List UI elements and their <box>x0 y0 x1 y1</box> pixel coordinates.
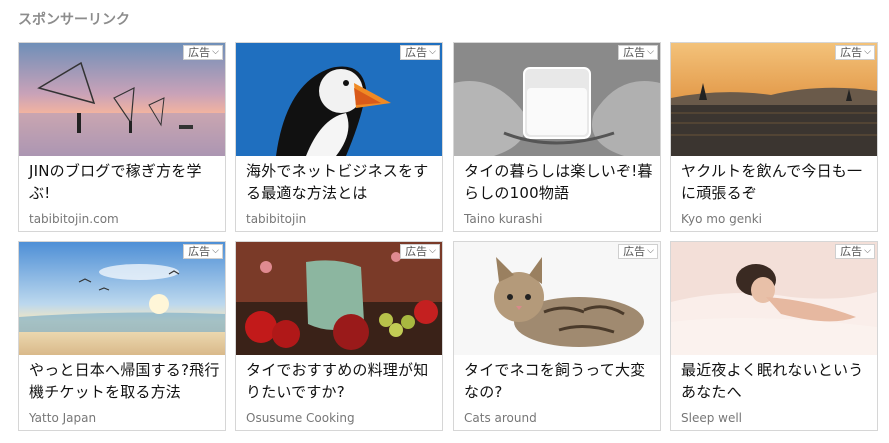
ad-thumbnail-fruit[interactable]: 広告 ⌵ <box>236 242 442 355</box>
ad-badge[interactable]: 広告 ⌵ <box>183 244 223 259</box>
ad-card-8[interactable]: 広告 ⌵ 最近夜よく眠れないというあなたへ Sleep well <box>670 241 878 431</box>
ad-badge[interactable]: 広告 ⌵ <box>618 45 658 60</box>
card-title[interactable]: 海外でネットビジネスをする最適な方法とは <box>246 160 438 204</box>
ad-thumbnail-puffin[interactable]: 広告 ⌵ <box>236 43 442 156</box>
ad-card-1[interactable]: 広告 ⌵ JINのブログで稼ぎ方を学ぶ! tabibitojin.com <box>18 42 226 232</box>
ad-badge[interactable]: 広告 ⌵ <box>835 244 875 259</box>
ad-badge[interactable]: 広告 ⌵ <box>183 45 223 60</box>
chevron-down-icon: ⌵ <box>429 246 436 256</box>
ad-badge[interactable]: 広告 ⌵ <box>835 45 875 60</box>
ad-card-7[interactable]: 広告 ⌵ タイでネコを飼うって大変なの? Cats around <box>453 241 661 431</box>
chevron-down-icon: ⌵ <box>864 246 871 256</box>
ad-card-2[interactable]: 広告 ⌵ 海外でネットビジネスをする最適な方法とは tabibitojin <box>235 42 443 232</box>
card-source: Taino kurashi <box>464 212 543 226</box>
card-source: Sleep well <box>681 411 743 425</box>
ad-card-5[interactable]: 広告 ⌵ やっと日本へ帰国する?飛行機チケットを取る方法 Yatto Japan <box>18 241 226 431</box>
ad-thumbnail-sea[interactable]: 広告 ⌵ <box>671 43 877 156</box>
card-title[interactable]: やっと日本へ帰国する?飛行機チケットを取る方法 <box>29 359 221 403</box>
card-source: Kyo mo genki <box>681 212 762 226</box>
card-title[interactable]: タイでネコを飼うって大変なの? <box>464 359 656 403</box>
card-title[interactable]: 最近夜よく眠れないというあなたへ <box>681 359 873 403</box>
chevron-down-icon: ⌵ <box>212 47 219 57</box>
ad-badge[interactable]: 広告 ⌵ <box>618 244 658 259</box>
ad-thumbnail-fishermen[interactable]: 広告 ⌵ <box>19 43 225 156</box>
ad-card-4[interactable]: 広告 ⌵ ヤクルトを飲んで今日も一に頑張るぞ Kyo mo genki <box>670 42 878 232</box>
ad-thumbnail-milk[interactable]: 広告 ⌵ <box>454 43 660 156</box>
card-title[interactable]: JINのブログで稼ぎ方を学ぶ! <box>29 160 221 204</box>
ad-badge[interactable]: 広告 ⌵ <box>400 244 440 259</box>
card-title[interactable]: タイでおすすめの料理が知りたいですか? <box>246 359 438 403</box>
sponsored-links-heading: スポンサーリンク <box>18 12 130 28</box>
card-source: tabibitojin.com <box>29 212 119 226</box>
ad-badge[interactable]: 広告 ⌵ <box>400 45 440 60</box>
chevron-down-icon: ⌵ <box>864 47 871 57</box>
ad-thumbnail-beach[interactable]: 広告 ⌵ <box>19 242 225 355</box>
chevron-down-icon: ⌵ <box>212 246 219 256</box>
ad-thumbnail-cat[interactable]: 広告 ⌵ <box>454 242 660 355</box>
card-source: Osusume Cooking <box>246 411 355 425</box>
ad-thumbnail-sleep[interactable]: 広告 ⌵ <box>671 242 877 355</box>
ad-card-3[interactable]: 広告 ⌵ タイの暮らしは楽しいぞ!暮らしの100物語 Taino kurashi <box>453 42 661 232</box>
card-title[interactable]: タイの暮らしは楽しいぞ!暮らしの100物語 <box>464 160 656 204</box>
chevron-down-icon: ⌵ <box>429 47 436 57</box>
card-title[interactable]: ヤクルトを飲んで今日も一に頑張るぞ <box>681 160 873 204</box>
ad-card-6[interactable]: 広告 ⌵ タイでおすすめの料理が知りたいですか? Osusume Cooking <box>235 241 443 431</box>
card-source: Cats around <box>464 411 537 425</box>
chevron-down-icon: ⌵ <box>647 246 654 256</box>
card-source: tabibitojin <box>246 212 307 226</box>
chevron-down-icon: ⌵ <box>647 47 654 57</box>
card-source: Yatto Japan <box>29 411 97 425</box>
